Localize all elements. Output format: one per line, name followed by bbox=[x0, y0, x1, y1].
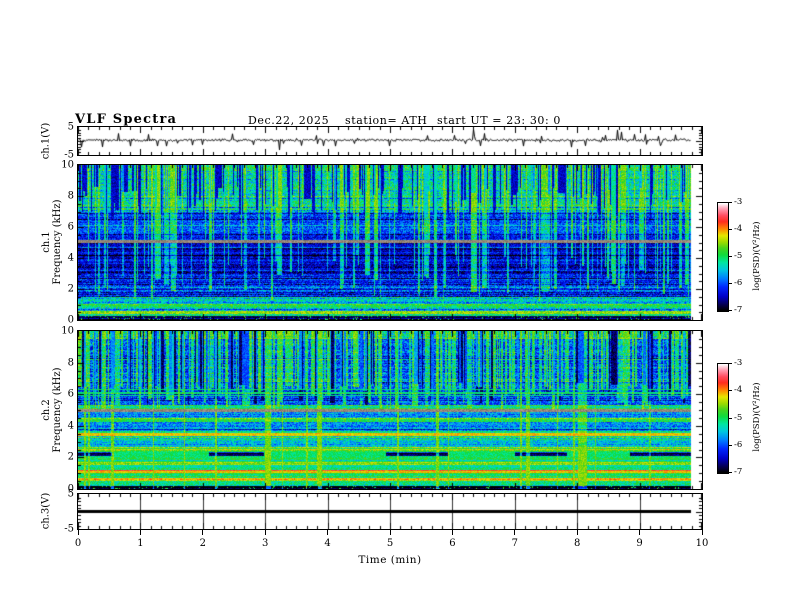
x-axis-major-tick bbox=[77, 530, 79, 535]
cbar2-tickmark bbox=[728, 444, 732, 446]
cbar1-tickmark bbox=[728, 202, 732, 203]
x-axis-major-tick bbox=[701, 530, 703, 535]
ch2-spec-ylabel-line2: Frequency (kHz) bbox=[52, 367, 63, 453]
colorbar-2-canvas bbox=[717, 363, 729, 474]
ch2-spec-ytick: 4 bbox=[67, 420, 74, 432]
ch2-spectrogram-canvas bbox=[77, 330, 703, 490]
cbar2-tick-label: -5 bbox=[734, 412, 743, 423]
ch1-spec-ytick: 10 bbox=[61, 159, 74, 171]
ch1-spec-ytick: 2 bbox=[67, 283, 74, 295]
ch1-spec-ylabel-line1: ch.1 bbox=[41, 231, 52, 253]
cbar1-tick-label: -5 bbox=[734, 251, 743, 261]
x-tick-label: 9 bbox=[636, 538, 643, 549]
ch1-spec-ylabel: ch.1 Frequency (kHz) bbox=[41, 199, 63, 284]
figure-title: VLF Spectra bbox=[75, 112, 178, 127]
cbar1-tick-label: -6 bbox=[734, 278, 743, 288]
ch1-spec-ylabel-line2: Frequency (kHz) bbox=[52, 199, 63, 285]
x-axis-major-tick bbox=[639, 530, 641, 535]
x-axis-major-tick bbox=[451, 530, 453, 535]
ch1-wave-ytick: 5 bbox=[67, 121, 74, 133]
x-axis-major-tick bbox=[514, 530, 516, 535]
x-axis-title: Time (min) bbox=[358, 554, 422, 566]
ch3-waveform-canvas bbox=[77, 493, 703, 530]
x-tick-label: 1 bbox=[137, 538, 144, 549]
ch2-spec-ytick: 8 bbox=[67, 357, 74, 369]
cbar1-tick-label: -4 bbox=[734, 224, 743, 234]
x-tick-label: 3 bbox=[262, 538, 269, 549]
x-axis-major-tick bbox=[576, 530, 578, 535]
x-axis-major-tick bbox=[202, 530, 204, 535]
x-axis-major-tick bbox=[139, 530, 141, 535]
ch3-wave-ytick: 5 bbox=[67, 488, 74, 500]
ch1-waveform-canvas bbox=[77, 126, 703, 156]
cbar2-tick-label: -4 bbox=[734, 385, 743, 396]
ch3-wave-ylabel: ch.3(V) bbox=[40, 492, 52, 530]
ch1-spec-ytick: 8 bbox=[67, 190, 74, 202]
x-tick-label: 10 bbox=[695, 538, 709, 549]
cbar2-tickmark bbox=[728, 363, 732, 364]
cbar2-tickmark bbox=[728, 417, 732, 419]
cbar2-tick-label: -7 bbox=[734, 467, 743, 477]
x-axis-major-tick bbox=[264, 530, 266, 535]
ch1-spectrogram-canvas bbox=[77, 164, 703, 321]
ch1-wave-ylabel: ch.1(V) bbox=[40, 122, 52, 160]
cbar1-tickmark bbox=[728, 256, 732, 257]
x-tick-label: 7 bbox=[511, 538, 518, 549]
colorbar-1-canvas bbox=[717, 202, 729, 312]
x-tick-label: 5 bbox=[386, 538, 394, 549]
colorbar-1-label: log(PSD)(V²/Hz) bbox=[752, 221, 762, 291]
cbar2-tickmark bbox=[728, 390, 732, 392]
ch3-wave-ytick: -5 bbox=[64, 523, 74, 535]
ch1-spec-ytick: 4 bbox=[67, 252, 74, 264]
cbar1-tickmark bbox=[728, 283, 732, 284]
ch1-spec-ytick: 6 bbox=[67, 221, 74, 233]
x-tick-label: 2 bbox=[199, 538, 206, 549]
colorbar-2-label: log(PSD)(V²/Hz) bbox=[752, 382, 762, 452]
x-axis-major-tick bbox=[389, 530, 391, 535]
x-tick-label: 6 bbox=[449, 538, 456, 549]
ch2-spec-ylabel-line1: ch.2 bbox=[41, 399, 52, 421]
ch2-spec-ytick: 10 bbox=[61, 325, 74, 337]
cbar1-tick-label: -7 bbox=[734, 305, 743, 315]
cbar2-tickmark bbox=[728, 472, 732, 473]
cbar1-tick-label: -3 bbox=[734, 197, 743, 207]
cbar1-tickmark bbox=[728, 229, 732, 230]
x-axis-major-tick bbox=[327, 530, 329, 535]
x-tick-label: 8 bbox=[574, 538, 581, 549]
x-tick-label: 0 bbox=[74, 538, 82, 549]
cbar2-tick-label: -6 bbox=[734, 439, 743, 450]
ch2-spec-ytick: 2 bbox=[67, 451, 74, 463]
vlf-spectra-figure: VLF Spectra Dec.22, 2025 station= ATH st… bbox=[0, 0, 792, 612]
cbar2-tick-label: -3 bbox=[734, 358, 743, 368]
ch2-spec-ylabel: ch.2 Frequency (kHz) bbox=[41, 367, 63, 452]
cbar1-tickmark bbox=[728, 310, 732, 311]
x-tick-label: 4 bbox=[324, 538, 331, 549]
ch1-spec-ytick: 0 bbox=[67, 314, 74, 326]
ch2-spec-ytick: 6 bbox=[67, 388, 74, 400]
